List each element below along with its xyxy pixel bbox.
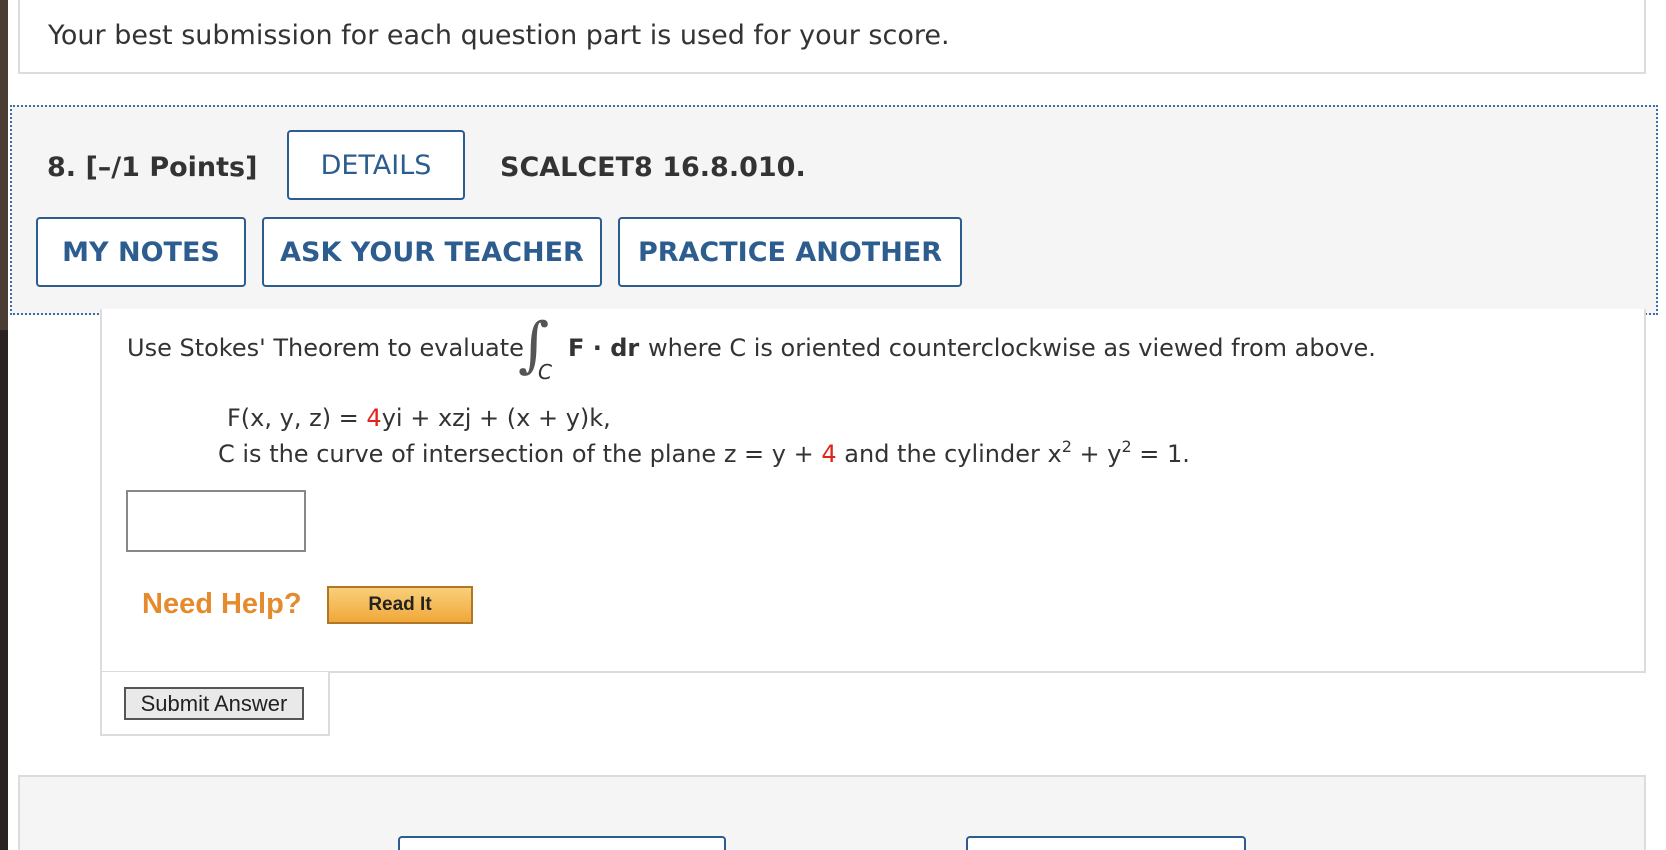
my-notes-button[interactable]: MY NOTES bbox=[36, 217, 246, 287]
curve-description: C is the curve of intersection of the pl… bbox=[218, 437, 1190, 468]
practice-another-button[interactable]: PRACTICE ANOTHER bbox=[618, 217, 962, 287]
question-index: 8. bbox=[47, 152, 77, 183]
submit-answer-button[interactable]: Submit Answer bbox=[124, 687, 304, 720]
next-question-button[interactable] bbox=[966, 836, 1246, 850]
question-number: 8. [–/1 Points] bbox=[47, 152, 257, 183]
integral-subscript: C bbox=[538, 360, 552, 384]
need-help-label: Need Help? bbox=[142, 588, 302, 620]
read-it-label: Read It bbox=[368, 594, 432, 615]
read-it-button[interactable]: Read It bbox=[327, 586, 473, 624]
submit-answer-label: Submit Answer bbox=[140, 690, 288, 716]
problem-prompt: Use Stokes' Theorem to evaluate bbox=[127, 334, 524, 362]
next-question-button[interactable] bbox=[398, 836, 726, 850]
details-button[interactable]: DETAILS bbox=[287, 130, 465, 200]
next-question-header bbox=[18, 775, 1646, 850]
integrand: F · dr bbox=[568, 334, 640, 362]
window-edge bbox=[0, 0, 8, 850]
ask-teacher-button[interactable]: ASK YOUR TEACHER bbox=[262, 217, 602, 287]
answer-input[interactable] bbox=[126, 490, 306, 552]
score-info-message: Your best submission for each question p… bbox=[48, 20, 950, 51]
problem-orientation: where C is oriented counterclockwise as … bbox=[648, 334, 1376, 362]
plane-constant: 4 bbox=[821, 440, 837, 468]
score-info-box: Your best submission for each question p… bbox=[18, 0, 1646, 74]
question-points: [–/1 Points] bbox=[85, 152, 258, 183]
question-header: 8. [–/1 Points] DETAILS SCALCET8 16.8.01… bbox=[10, 105, 1658, 315]
vector-field: F(x, y, z) = 4yi + xzj + (x + y)k, bbox=[227, 404, 611, 432]
field-coefficient: 4 bbox=[366, 404, 382, 432]
question-code: SCALCET8 16.8.010. bbox=[500, 152, 806, 183]
